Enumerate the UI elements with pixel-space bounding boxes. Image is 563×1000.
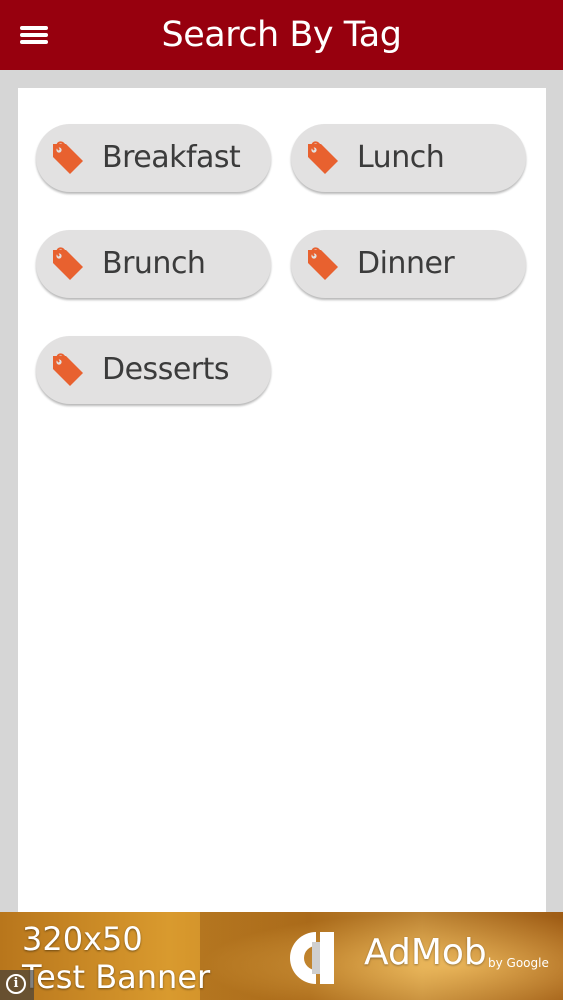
info-icon[interactable]: i	[0, 970, 34, 1000]
tag-button-dinner[interactable]: Dinner	[291, 230, 526, 298]
ad-size-label: 320x50	[22, 920, 143, 958]
app-screen: Search By Tag Breakfast Lunch Brunch Din…	[0, 0, 563, 1000]
tag-icon	[308, 247, 338, 280]
tag-label: Lunch	[357, 140, 445, 175]
tag-button-breakfast[interactable]: Breakfast	[36, 124, 271, 192]
tag-button-desserts[interactable]: Desserts	[36, 336, 271, 404]
tag-button-brunch[interactable]: Brunch	[36, 230, 271, 298]
tag-label: Brunch	[102, 246, 206, 281]
tag-icon	[53, 353, 83, 386]
ad-banner-text: Test Banner	[22, 958, 211, 996]
admob-brand: AdMob	[364, 932, 487, 973]
ad-banner[interactable]: 320x50 Test Banner AdMob by Google i	[0, 912, 563, 1000]
tag-icon	[53, 141, 83, 174]
admob-brand-suffix: by Google	[488, 956, 549, 970]
admob-logo-icon	[290, 932, 334, 984]
tag-label: Breakfast	[102, 140, 241, 175]
tag-icon	[308, 141, 338, 174]
page-title: Search By Tag	[161, 15, 402, 55]
tag-list-panel: Breakfast Lunch Brunch Dinner Desserts	[18, 88, 546, 912]
tag-button-lunch[interactable]: Lunch	[291, 124, 526, 192]
top-app-bar: Search By Tag	[0, 0, 563, 70]
tag-label: Dinner	[357, 246, 455, 281]
tag-icon	[53, 247, 83, 280]
tag-label: Desserts	[102, 352, 230, 387]
hamburger-menu-icon[interactable]	[12, 17, 56, 53]
